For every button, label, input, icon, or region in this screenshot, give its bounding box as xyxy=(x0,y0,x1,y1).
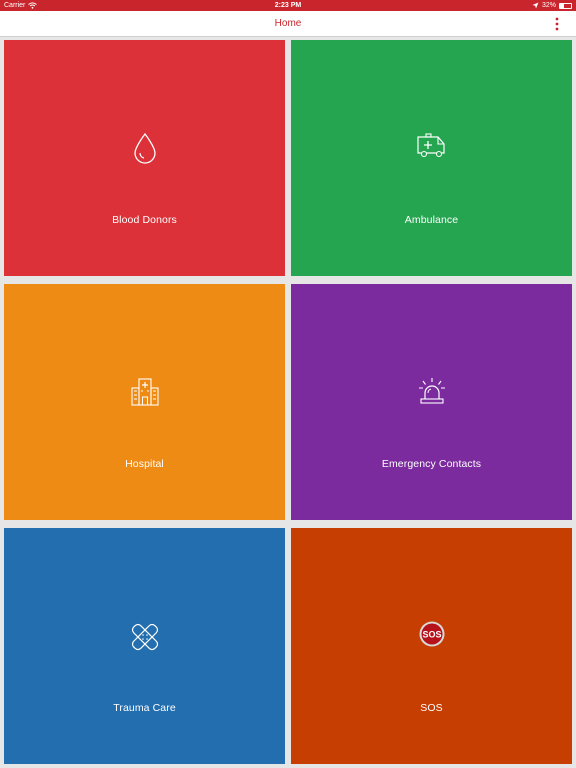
tile-emergency-contacts[interactable]: Emergency Contacts xyxy=(291,284,572,520)
ambulance-icon xyxy=(416,133,445,158)
tile-trauma-care[interactable]: Trauma Care xyxy=(4,528,285,764)
tile-ambulance[interactable]: Ambulance xyxy=(291,40,572,276)
tile-label: Trauma Care xyxy=(113,702,176,714)
battery-fill xyxy=(560,3,564,8)
sos-badge-text: SOS xyxy=(422,629,441,639)
status-bar: Carrier 2:23 PM 32% xyxy=(0,0,576,11)
status-time: 2:23 PM xyxy=(274,2,302,9)
siren-icon xyxy=(418,378,445,404)
tile-hospital[interactable]: Hospital xyxy=(4,284,285,520)
location-arrow-icon xyxy=(532,2,539,9)
bandage-icon xyxy=(131,623,158,651)
more-menu-button[interactable] xyxy=(552,16,562,32)
battery-percent: 32% xyxy=(541,2,556,9)
more-vertical-icon xyxy=(555,17,559,31)
tile-blood-donors[interactable]: Blood Donors xyxy=(4,40,285,276)
status-right: 32% xyxy=(529,0,572,11)
battery-icon xyxy=(559,2,572,9)
page-title: Home xyxy=(274,18,302,29)
tile-label: SOS xyxy=(420,702,443,714)
tile-label: Blood Donors xyxy=(112,214,177,226)
blood-drop-icon xyxy=(133,132,156,164)
tile-sos[interactable]: SOS SOS xyxy=(291,528,572,764)
tile-label: Hospital xyxy=(125,458,164,470)
hospital-icon xyxy=(130,378,159,406)
tile-label: Ambulance xyxy=(404,214,459,226)
nav-bar: Home xyxy=(0,11,576,37)
sos-icon: SOS xyxy=(419,621,444,647)
tile-label: Emergency Contacts xyxy=(381,458,482,470)
